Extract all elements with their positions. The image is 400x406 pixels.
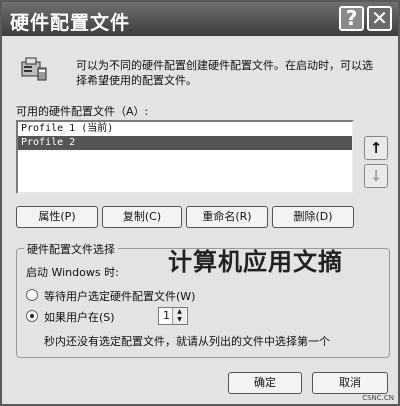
close-icon: ✕	[371, 6, 388, 30]
rename-button[interactable]: 重命名(R)	[186, 206, 268, 228]
info-text: 可以为不同的硬件配置创建硬件配置文件。在启动时，可以选择希望使用的配置文件。	[76, 59, 373, 87]
startup-label: 启动 Windows 时:	[26, 266, 119, 279]
auto-suffix-text: 秒内还没有选定配置文件，就请从列出的文件中选择第一个	[44, 335, 330, 348]
copy-button[interactable]: 复制(C)	[102, 206, 182, 228]
auto-option-label[interactable]: 如果用户在(S)	[44, 309, 115, 325]
list-item[interactable]: Profile 2	[18, 136, 352, 150]
move-down-button[interactable]: ↓	[364, 164, 388, 188]
list-item[interactable]: Profile 1 (当前)	[18, 122, 352, 136]
cancel-button[interactable]: 取消	[312, 372, 388, 394]
auto-radio[interactable]	[26, 310, 38, 322]
hardware-profiles-dialog: 硬件配置文件 ? ✕ 可以为不同的硬件配置创建硬件配置文件。在启动时，可以选择希…	[0, 0, 400, 406]
window-title: 硬件配置文件	[10, 12, 131, 34]
help-icon: ?	[345, 6, 358, 30]
close-button[interactable]: ✕	[367, 6, 392, 31]
title-bar[interactable]: 硬件配置文件 ? ✕	[2, 2, 398, 36]
ok-button[interactable]: 确定	[228, 372, 302, 394]
delete-button[interactable]: 删除(D)	[272, 206, 354, 228]
arrow-down-icon: ↓	[369, 167, 383, 185]
wait-radio[interactable]	[26, 289, 38, 301]
watermark: 计算机应用文摘	[168, 248, 343, 276]
arrow-up-icon: ↑	[369, 139, 383, 157]
help-button[interactable]: ?	[339, 6, 364, 31]
move-up-button[interactable]: ↑	[364, 136, 388, 160]
seconds-spinner[interactable]: ▲ ▼	[172, 308, 186, 324]
profiles-listbox[interactable]: Profile 1 (当前) Profile 2	[16, 120, 354, 194]
hardware-icon	[21, 57, 47, 81]
properties-button[interactable]: 属性(P)	[16, 206, 98, 228]
footer-text: CSNC.CN	[362, 394, 394, 402]
group-title: 硬件配置文件选择	[24, 241, 118, 257]
profiles-label: 可用的硬件配置文件（A）:	[16, 105, 149, 118]
wait-option-label[interactable]: 等待用户选定硬件配置文件(W)	[44, 288, 195, 304]
